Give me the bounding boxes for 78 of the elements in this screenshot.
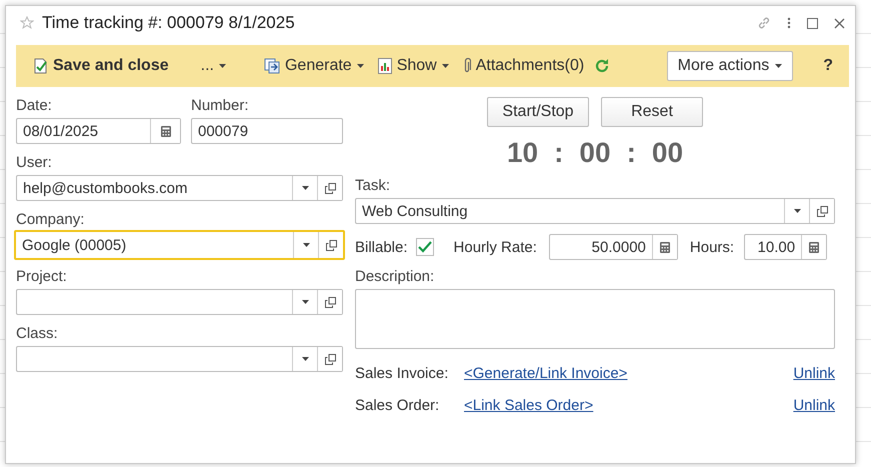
field-value: 08/01/2025: [22, 122, 100, 142]
number-field[interactable]: 000079: [191, 118, 343, 144]
open-copy-icon: [816, 206, 828, 216]
field-value: 10.00: [756, 238, 796, 258]
calculator-icon: [809, 242, 820, 252]
field-label: Project:: [16, 268, 68, 285]
caret-icon: [302, 186, 308, 190]
dropdown-field[interactable]: [16, 346, 343, 372]
timer-button[interactable]: Reset: [601, 97, 703, 127]
caret-icon: [775, 64, 782, 68]
open-copy-icon: [324, 182, 336, 194]
caret-icon: [302, 300, 308, 304]
field-value: 50.0000: [590, 238, 647, 258]
field-label: Company:: [16, 211, 86, 228]
field-label: Date:: [16, 97, 53, 114]
checkbox[interactable]: [416, 238, 434, 256]
timer-display: 10 : 00 : 00: [506, 137, 684, 169]
dropdown-field[interactable]: [16, 289, 343, 315]
calculator-icon: [660, 242, 670, 252]
window-title: Time tracking #: 000079 8/1/2025: [42, 13, 296, 33]
caret-icon: [218, 64, 226, 68]
generate-button[interactable]: Generate: [260, 55, 368, 77]
open-copy-icon: [324, 354, 336, 364]
open-button[interactable]: [317, 347, 342, 371]
maximize-icon[interactable]: [807, 18, 818, 28]
field-label: Sales Order:: [355, 396, 440, 414]
calendar-icon: [160, 126, 170, 136]
attachments-button[interactable]: Attachments(0): [458, 55, 588, 77]
field-label: Hourly Rate:: [454, 238, 537, 256]
caret-icon: [302, 357, 308, 361]
star-icon[interactable]: [20, 16, 34, 30]
show-button[interactable]: Show: [374, 55, 453, 77]
field-label: Number:: [191, 97, 250, 114]
field-value: help@custombooks.com: [22, 178, 188, 198]
more-actions-button[interactable]: More actions: [666, 51, 794, 81]
timer-button[interactable]: Start/Stop: [487, 97, 589, 127]
calendar-button[interactable]: [150, 119, 180, 143]
dropdown-field[interactable]: help@custombooks.com: [16, 175, 343, 201]
open-button[interactable]: [809, 199, 834, 223]
number-field[interactable]: 10.00: [744, 234, 828, 260]
save-and-close-button[interactable]: Save and close: [30, 55, 173, 77]
description-field[interactable]: [355, 289, 835, 349]
field-label: Billable:: [355, 238, 408, 256]
field-label: Description:: [355, 268, 436, 285]
open-copy-icon: [324, 296, 336, 308]
date-field[interactable]: 08/01/2025: [16, 118, 181, 144]
unlink-link[interactable]: Unlink: [793, 396, 835, 414]
help-button[interactable]: ?: [817, 56, 839, 76]
open-button[interactable]: [317, 176, 342, 200]
more-options-icon[interactable]: [787, 17, 791, 29]
dropdown-field[interactable]: Web Consulting: [355, 198, 835, 224]
caret-icon: [302, 243, 310, 247]
paperclip-icon: [462, 58, 471, 74]
field-label: Class:: [16, 325, 59, 342]
dropdown-field[interactable]: Google (00005): [14, 230, 345, 260]
caret-icon: [442, 64, 449, 68]
bar-chart-icon: [378, 58, 392, 74]
field-value: Web Consulting: [361, 202, 469, 222]
documents-icon: [264, 58, 280, 74]
calculator-button[interactable]: [652, 235, 677, 259]
field-value: Google (00005): [21, 236, 128, 256]
unlink-link[interactable]: Unlink: [793, 364, 835, 382]
close-icon[interactable]: [834, 18, 845, 28]
open-copy-icon: [326, 240, 336, 250]
open-button[interactable]: [317, 290, 342, 314]
calculator-button[interactable]: [801, 235, 826, 259]
document-check-icon: [34, 58, 48, 74]
caret-icon: [794, 209, 800, 213]
number-field[interactable]: 50.0000: [548, 234, 678, 260]
field-label: User:: [16, 154, 53, 171]
refresh-icon[interactable]: [594, 58, 610, 74]
more-menu-button[interactable]: ...: [196, 55, 230, 77]
link[interactable]: <Link Sales Order>: [464, 396, 594, 414]
field-label: Sales Invoice:: [355, 364, 450, 382]
field-label: Hours:: [690, 238, 734, 256]
caret-icon: [356, 64, 364, 68]
field-label: Task:: [355, 177, 392, 194]
link[interactable]: <Generate/Link Invoice>: [464, 364, 628, 382]
